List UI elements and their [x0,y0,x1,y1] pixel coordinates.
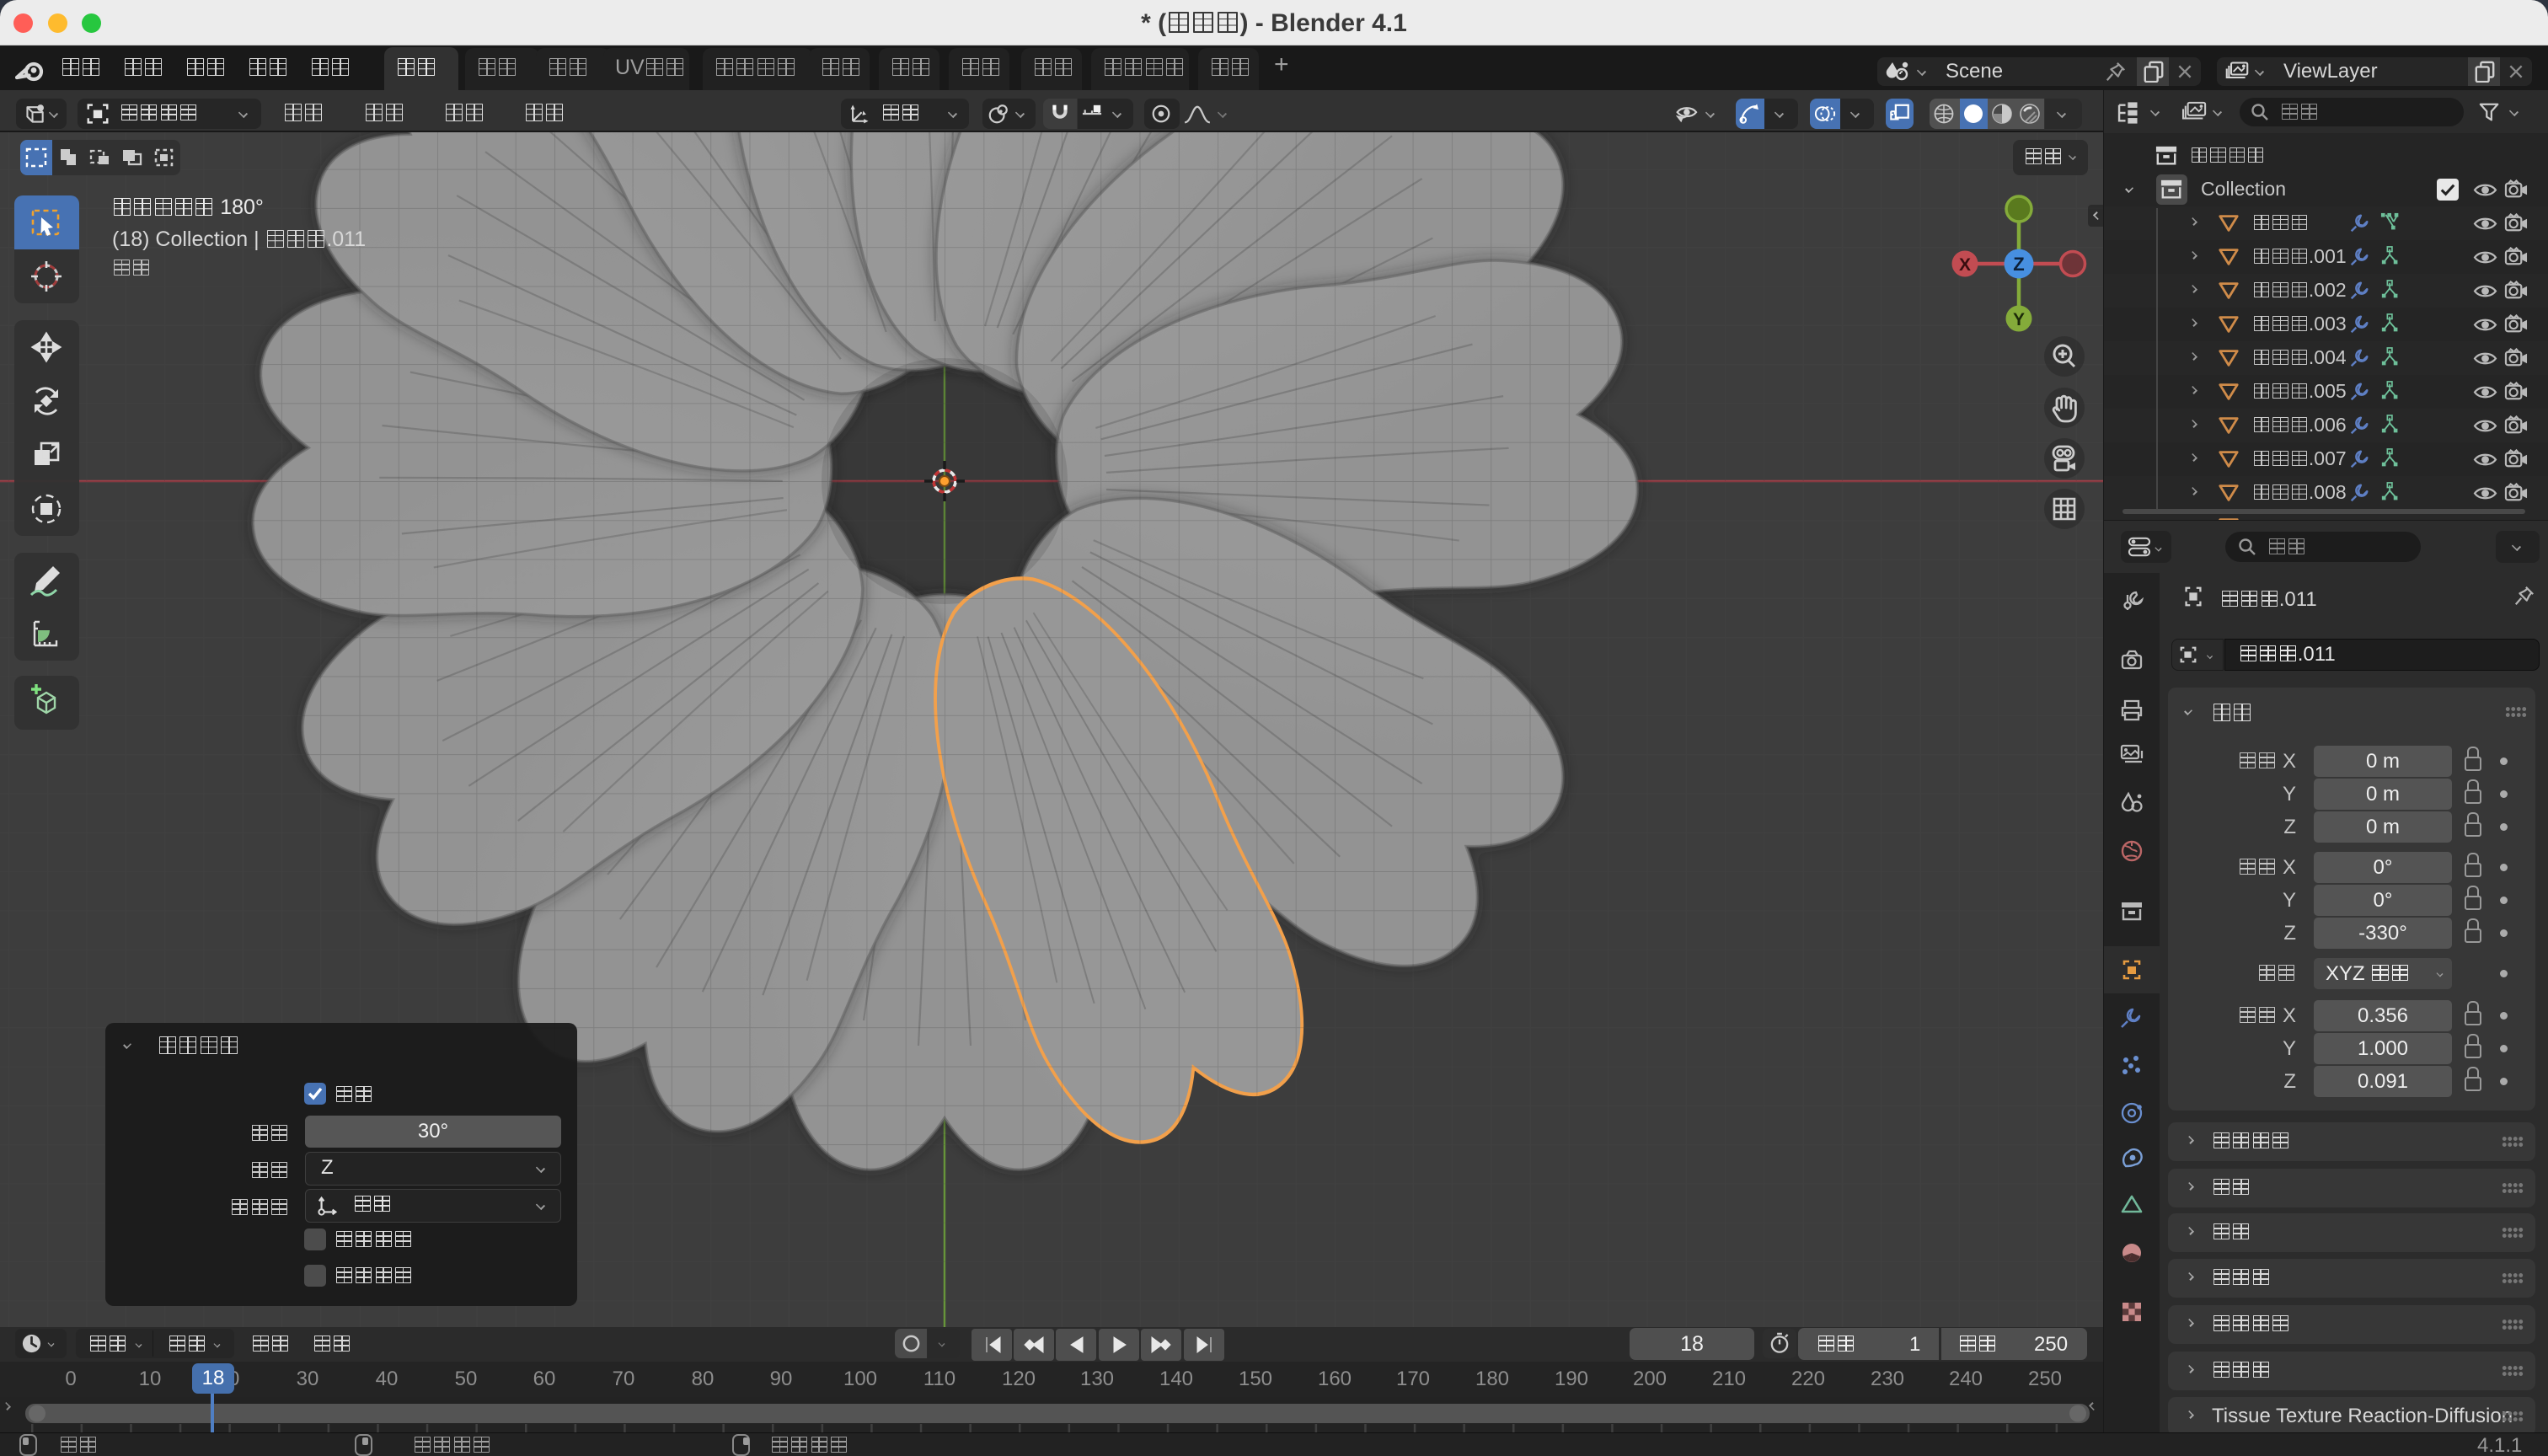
svg-text:X: X [1959,255,1971,275]
svg-text:Y: Y [2013,310,2025,329]
svg-text:Z: Z [2013,254,2024,275]
